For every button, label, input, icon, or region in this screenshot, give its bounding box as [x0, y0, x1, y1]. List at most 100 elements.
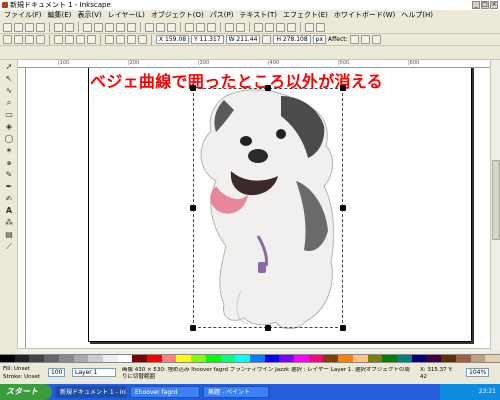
palette-swatch[interactable]: [0, 355, 15, 362]
palette-swatch[interactable]: [411, 355, 427, 362]
palette-swatch[interactable]: [14, 355, 30, 362]
palette-swatch[interactable]: [426, 355, 442, 362]
menu-text[interactable]: テキスト(T): [239, 10, 277, 21]
palette-swatch[interactable]: [58, 355, 74, 362]
menu-view[interactable]: 表示(V): [77, 10, 101, 21]
pencil-tool-icon[interactable]: ✎: [3, 170, 15, 180]
palette-swatch[interactable]: [132, 355, 148, 362]
palette-swatch[interactable]: [176, 355, 192, 362]
save-icon[interactable]: [25, 22, 34, 32]
selector-tool-icon[interactable]: ➚: [3, 62, 15, 72]
palette-swatch[interactable]: [44, 355, 59, 362]
palette-swatch[interactable]: [455, 355, 471, 362]
scale-handle-bottom-right[interactable]: [340, 325, 346, 331]
group-icon[interactable]: [225, 22, 234, 32]
menu-whiteboard[interactable]: ホワイトボード(W): [334, 10, 395, 21]
new-document-icon[interactable]: [3, 22, 12, 32]
stroke-value[interactable]: Unset: [24, 374, 40, 380]
copy-icon[interactable]: [105, 22, 114, 32]
palette-swatch[interactable]: [338, 355, 353, 362]
document-properties-icon[interactable]: [316, 22, 325, 32]
menu-help[interactable]: ヘルプ(H): [401, 10, 433, 21]
text-tool-icon[interactable]: A: [3, 206, 15, 216]
height-field[interactable]: H 278.108: [273, 35, 311, 44]
palette-swatch[interactable]: [441, 355, 456, 362]
scale-handle-left[interactable]: [190, 205, 196, 211]
palette-swatch[interactable]: [117, 355, 133, 362]
palette-swatch[interactable]: [235, 355, 250, 362]
spiral-tool-icon[interactable]: ๑: [3, 158, 15, 168]
preferences-icon[interactable]: [305, 22, 314, 32]
vertical-scrollbar[interactable]: [490, 60, 500, 350]
menu-edit[interactable]: 編集(E): [48, 10, 72, 21]
unit-select[interactable]: px: [312, 35, 327, 44]
print-icon[interactable]: [36, 22, 45, 32]
affect-corners-icon[interactable]: [360, 35, 370, 44]
gradient-tool-icon[interactable]: ▤: [3, 230, 15, 240]
menu-layer[interactable]: レイヤー(L): [108, 10, 145, 21]
affect-gradient-icon[interactable]: [371, 35, 381, 44]
snap-toggle-icon[interactable]: [3, 35, 12, 44]
palette-swatch[interactable]: [485, 355, 500, 362]
drawing-canvas[interactable]: ベジェ曲線で囲ったところ以外が消える: [26, 68, 490, 348]
raise-to-top-icon[interactable]: [105, 35, 114, 44]
palette-swatch[interactable]: [73, 355, 89, 362]
palette-swatch[interactable]: [396, 355, 412, 362]
palette-swatch[interactable]: [88, 355, 103, 362]
y-coordinate-field[interactable]: Y 11.317: [191, 35, 224, 44]
scale-handle-top-left[interactable]: [190, 85, 196, 91]
lower-icon[interactable]: [127, 35, 136, 44]
snap-nodes-icon[interactable]: [25, 35, 34, 44]
palette-swatch[interactable]: [352, 355, 368, 362]
zoom-field[interactable]: 104%: [466, 368, 490, 377]
zoom-page-icon[interactable]: [167, 22, 176, 32]
lower-to-bottom-icon[interactable]: [138, 35, 147, 44]
zoom-selection-icon[interactable]: [145, 22, 154, 32]
star-tool-icon[interactable]: ✶: [3, 146, 15, 156]
fill-stroke-icon[interactable]: [254, 22, 263, 32]
palette-swatch[interactable]: [220, 355, 236, 362]
palette-swatch[interactable]: [191, 355, 206, 362]
dropper-tool-icon[interactable]: ⟋: [3, 242, 15, 252]
rectangle-tool-icon[interactable]: ▭: [3, 110, 15, 120]
palette-swatch[interactable]: [382, 355, 397, 362]
taskbar-item-inkscape[interactable]: 新規ドキュメント 1 - Inkscape: [55, 386, 127, 398]
x-coordinate-field[interactable]: X 159.08: [156, 35, 190, 44]
width-field[interactable]: W 211.44: [225, 35, 261, 44]
redo-icon[interactable]: [94, 22, 103, 32]
zoom-tool-icon[interactable]: ⌕: [3, 98, 15, 108]
cut-icon[interactable]: [116, 22, 125, 32]
layer-select[interactable]: Layer 1: [72, 368, 116, 377]
palette-swatch[interactable]: [29, 355, 45, 362]
palette-swatch[interactable]: [264, 355, 280, 362]
palette-swatch[interactable]: [161, 355, 177, 362]
duplicate-icon[interactable]: [185, 22, 194, 32]
flip-vertical-icon[interactable]: [87, 35, 96, 44]
scale-handle-bottom[interactable]: [265, 325, 271, 331]
palette-swatch[interactable]: [147, 355, 162, 362]
minimize-button[interactable]: _: [472, 1, 480, 9]
clone-icon[interactable]: [196, 22, 205, 32]
start-button[interactable]: スタート: [0, 384, 52, 400]
undo-icon[interactable]: [83, 22, 92, 32]
menu-object[interactable]: オブジェクト(O): [151, 10, 204, 21]
scale-handle-top[interactable]: [265, 85, 271, 91]
raise-icon[interactable]: [116, 35, 125, 44]
maximize-button[interactable]: □: [481, 1, 489, 9]
ellipse-tool-icon[interactable]: ◯: [3, 134, 15, 144]
import-icon[interactable]: [54, 22, 63, 32]
tweak-tool-icon[interactable]: ∿: [3, 86, 15, 96]
scale-handle-top-right[interactable]: [340, 85, 346, 91]
node-tool-icon[interactable]: ↖: [3, 74, 15, 84]
snap-bbox-icon[interactable]: [14, 35, 23, 44]
palette-swatch[interactable]: [470, 355, 486, 362]
align-icon[interactable]: [287, 22, 296, 32]
rotate-cw-icon[interactable]: [65, 35, 74, 44]
menu-file[interactable]: ファイル(F): [4, 10, 42, 21]
zoom-drawing-icon[interactable]: [156, 22, 165, 32]
palette-swatch[interactable]: [249, 355, 265, 362]
opacity-field[interactable]: 100: [48, 368, 66, 377]
flip-horizontal-icon[interactable]: [76, 35, 85, 44]
palette-swatch[interactable]: [279, 355, 295, 362]
palette-swatch[interactable]: [323, 355, 339, 362]
